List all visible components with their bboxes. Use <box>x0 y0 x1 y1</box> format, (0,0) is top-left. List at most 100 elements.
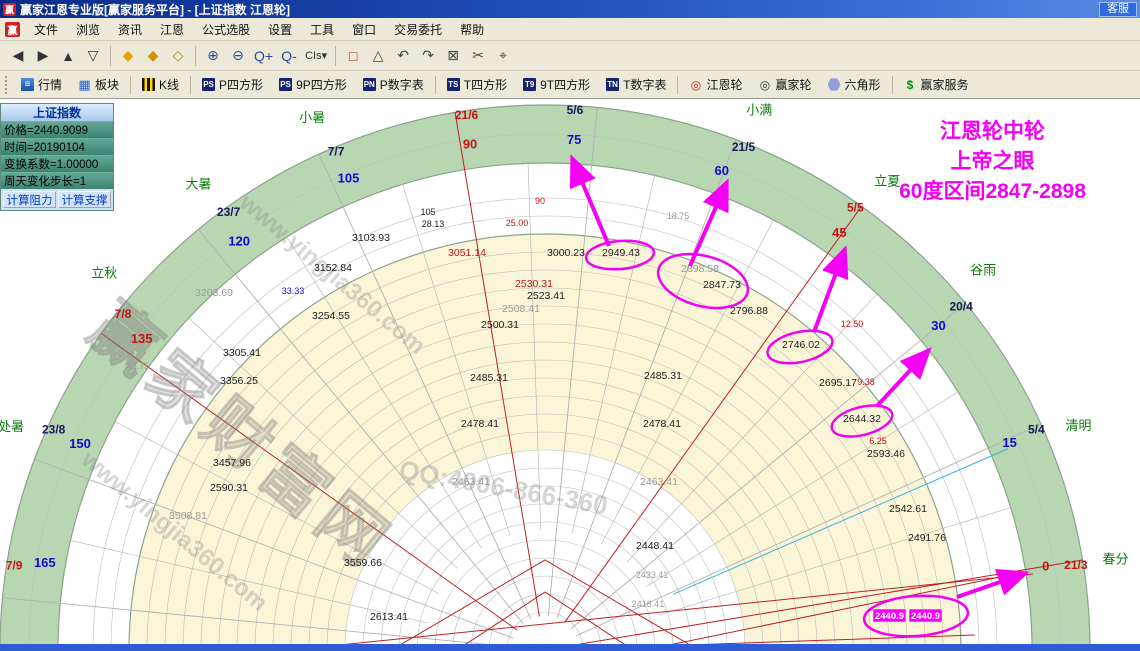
toolbar-item-p-number-table[interactable]: PN P数字表 <box>355 74 432 96</box>
annotation-line-2: 上帝之眼 <box>950 150 1035 173</box>
toolbar-item-winner-wheel[interactable]: ◎ 赢家轮 <box>750 74 819 96</box>
price-cell-label: 3305.41 <box>223 347 261 359</box>
price-cell-label: 90 <box>535 196 545 206</box>
rotate-tool-button[interactable]: ↷ <box>416 45 440 67</box>
menu-item[interactable]: 帮助 <box>451 18 493 41</box>
menu-item[interactable]: 窗口 <box>343 18 385 41</box>
degree-label: 75 <box>567 132 581 147</box>
gann-wheel-icon: ◎ <box>690 77 702 92</box>
menu-item[interactable]: 浏览 <box>67 18 109 41</box>
solar-term-label: 大暑 <box>186 177 212 192</box>
pn-icon: PN <box>362 78 376 91</box>
date-label: 21/6 <box>455 108 479 122</box>
price-cell-label: 2523.41 <box>527 290 565 302</box>
calc-resistance-button[interactable]: 计算阻力 <box>3 191 56 208</box>
info-row: 价格=2440.9099 <box>1 121 113 138</box>
menu-item[interactable]: 文件 <box>25 18 67 41</box>
menu-item[interactable]: 设置 <box>259 18 301 41</box>
zoom-out-button[interactable]: ⊖ <box>226 45 250 67</box>
pointer-tool-button[interactable]: ⌖ <box>491 45 515 67</box>
arc-tool-button[interactable]: ↶ <box>391 45 415 67</box>
toolbar-item-hexagon[interactable]: 六角形 <box>820 74 889 96</box>
zoom-in-button[interactable]: ⊕ <box>201 45 225 67</box>
price-cell-label: 2898.58 <box>681 263 719 275</box>
customer-service-button[interactable]: 客服 <box>1099 1 1137 17</box>
toolbar-item-label: P数字表 <box>379 78 424 92</box>
toolbar-separator <box>195 45 196 66</box>
date-label: 23/8 <box>42 422 66 436</box>
solar-term-label: 春分 <box>1103 552 1129 567</box>
diamond-center-button[interactable]: ◆ <box>141 45 165 67</box>
toolbar-item-gann-wheel[interactable]: ◎ 江恩轮 <box>681 74 750 96</box>
date-label: 7/7 <box>328 144 345 158</box>
solar-term-label: 谷雨 <box>970 263 996 278</box>
solar-term-label: 清明 <box>1065 418 1091 433</box>
solar-term-label: 立秋 <box>91 266 117 281</box>
magnifier-out-button[interactable]: Q- <box>277 45 301 67</box>
toolbar-item-t-number-table[interactable]: TN T数字表 <box>598 74 674 96</box>
menu-item[interactable]: 交易委托 <box>385 18 451 41</box>
cut-tool-button[interactable]: ✂ <box>466 45 490 67</box>
solar-term-label: 小满 <box>746 102 772 117</box>
toolbar-item-label: 江恩轮 <box>706 78 743 92</box>
degree-label: 60 <box>714 163 728 178</box>
toolbar-item-t-square[interactable]: TS T四方形 <box>439 74 515 96</box>
diamond-hollow-button[interactable]: ◇ <box>166 45 190 67</box>
price-cell-label: 2508.41 <box>502 303 540 315</box>
degree-label: 45 <box>832 225 846 240</box>
calc-support-button[interactable]: 计算支撑 <box>58 191 111 208</box>
toolbar-item-9p-square[interactable]: PS 9P四方形 <box>271 74 355 96</box>
degree-label: 0 <box>1042 559 1049 574</box>
index-info-panel: 上证指数 价格=2440.9099 时间=20190104 变换系数=1.00000… <box>0 103 114 211</box>
price-cell-label: 2542.61 <box>889 503 927 515</box>
up-button[interactable]: ▲ <box>56 45 80 67</box>
date-label: 7/8 <box>115 307 132 321</box>
triangle-tool-button[interactable]: △ <box>366 45 390 67</box>
toolbar-item-label: P四方形 <box>219 78 264 92</box>
down-button[interactable]: ▽ <box>81 45 105 67</box>
toolbar-item-label: 9P四方形 <box>296 78 347 92</box>
toolbar-item-9t-square[interactable]: T9 9T四方形 <box>515 74 598 96</box>
index-name: 上证指数 <box>1 104 113 121</box>
app-logo-icon: 赢 <box>3 2 16 16</box>
menu-item[interactable]: 工具 <box>301 18 343 41</box>
price-cell-label: 9.38 <box>857 377 875 387</box>
info-panel-buttons: 计算阻力 计算支撑 <box>1 189 113 210</box>
price-cell-label: 3103.93 <box>352 232 390 244</box>
bottom-scrollbar[interactable] <box>0 644 1140 651</box>
price-cell-label: 2695.17 <box>819 377 857 389</box>
degree-label: 165 <box>34 555 56 570</box>
price-cell-label: 2644.32 <box>843 413 881 425</box>
toolbar-separator <box>190 75 192 94</box>
toolbar-views: ≡ 行情 ▦ 板块 K线 PS P四方形 PS 9P四方形 PN P数字表 TS T四方形 T9 9T四方形… <box>0 71 1140 99</box>
menu-item[interactable]: 江恩 <box>151 18 193 41</box>
toolbar-item-p-square[interactable]: PS P四方形 <box>194 74 271 96</box>
diamond-solid-button[interactable]: ◆ <box>116 45 140 67</box>
menu-item[interactable]: 公式选股 <box>193 18 259 41</box>
toolbar-item-label: T四方形 <box>463 78 508 92</box>
degree-label: 120 <box>228 234 250 249</box>
magnifier-in-button[interactable]: Q+ <box>251 45 276 67</box>
toolbar-item-kline[interactable]: K线 <box>134 74 187 96</box>
toolbar-item-winner-service[interactable]: $ 赢家服务 <box>896 74 977 96</box>
forward-button[interactable]: ▶ <box>31 45 55 67</box>
price-cell-label: 2491.76 <box>908 532 946 544</box>
toolbar-item-label: 9T四方形 <box>540 78 591 92</box>
price-cell-label: 2463.41 <box>640 476 678 488</box>
menu-item[interactable]: 资讯 <box>109 18 151 41</box>
menu-logo-icon: 赢 <box>5 21 20 37</box>
delete-tool-button[interactable]: ⊠ <box>441 45 465 67</box>
toolbar-item-quotes[interactable]: ≡ 行情 <box>13 74 70 96</box>
current-price-value: 2440.9 <box>875 611 904 622</box>
rect-tool-button[interactable]: □ <box>341 45 365 67</box>
price-cell-label: 2463.41 <box>452 476 490 488</box>
cis-dropdown[interactable]: CIs▾ <box>302 45 330 67</box>
price-cell-label: 25.00 <box>506 218 529 228</box>
price-cell-label: 2530.31 <box>515 278 553 290</box>
back-button[interactable]: ◀ <box>6 45 30 67</box>
toolbar-item-sectors[interactable]: ▦ 板块 <box>70 74 127 96</box>
toolbar-separator <box>110 45 111 66</box>
magenta-annotation: 江恩轮中轮 上帝之眼 60度区间2847-2898 <box>850 117 1135 207</box>
degree-label: 150 <box>69 436 91 451</box>
toolbar-separator <box>677 75 679 94</box>
